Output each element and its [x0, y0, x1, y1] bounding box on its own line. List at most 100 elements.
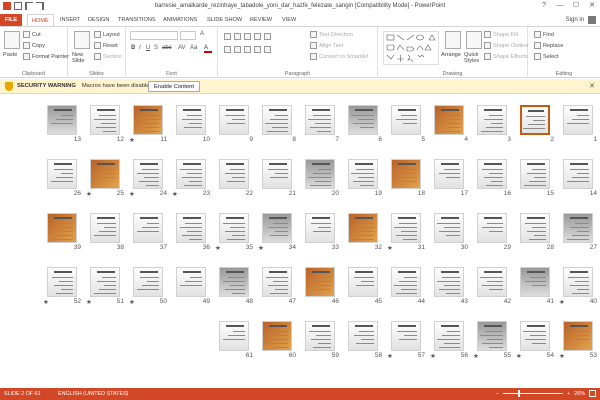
slide-thumbnail-item[interactable]: 16 — [469, 153, 512, 198]
slide-thumbnail-item[interactable]: 39 — [39, 207, 82, 252]
slide-thumbnail-item[interactable]: 51 ★ — [82, 261, 125, 306]
slide-thumbnail-item[interactable]: 27 — [555, 207, 598, 252]
slide-thumbnail-item[interactable]: 32 — [340, 207, 383, 252]
slide-thumbnail[interactable] — [305, 213, 335, 243]
slide-thumbnail[interactable] — [520, 321, 550, 351]
replace-button[interactable]: Replace — [534, 42, 564, 49]
slide-thumbnail[interactable] — [176, 213, 206, 243]
slide-thumbnail-item[interactable]: 25 ★ — [82, 153, 125, 198]
slide-thumbnail[interactable] — [133, 267, 163, 297]
slide-thumbnail[interactable] — [563, 267, 593, 297]
select-button[interactable]: Select — [534, 53, 559, 60]
copy-button[interactable]: Copy — [23, 42, 45, 49]
paste-icon[interactable] — [4, 31, 20, 49]
slide-thumbnail[interactable] — [90, 159, 120, 189]
transition-star-icon[interactable]: ★ — [129, 190, 135, 198]
slide-thumbnail[interactable] — [477, 321, 507, 351]
slide-thumbnail[interactable] — [477, 105, 507, 135]
align-right-icon[interactable] — [244, 46, 251, 53]
reset-button[interactable]: Reset — [94, 42, 118, 49]
slide-thumbnail[interactable] — [219, 321, 249, 351]
increase-indent-icon[interactable] — [254, 33, 261, 40]
slide-thumbnail[interactable] — [348, 159, 378, 189]
slide-thumbnail[interactable] — [133, 105, 163, 135]
bullets-icon[interactable] — [224, 33, 231, 40]
slide-thumbnail-item[interactable]: 54 ★ — [512, 315, 555, 360]
close-button[interactable]: ✕ — [584, 0, 600, 12]
clear-formatting-button[interactable]: A — [200, 31, 204, 37]
bold-button[interactable]: B — [131, 45, 135, 51]
slide-thumbnail-item[interactable]: 13 — [39, 99, 82, 144]
transition-star-icon[interactable]: ★ — [172, 190, 178, 198]
slide-thumbnail[interactable] — [563, 105, 593, 135]
slide-thumbnail[interactable] — [520, 213, 550, 243]
line-spacing-icon[interactable] — [264, 33, 271, 40]
slide-thumbnail[interactable] — [520, 267, 550, 297]
slide-thumbnail-item[interactable]: 40 ★ — [555, 261, 598, 306]
slide-thumbnail[interactable] — [391, 159, 421, 189]
slide-thumbnail-item[interactable]: 36 — [168, 207, 211, 252]
shape-outline-button[interactable]: Shape Outline — [484, 42, 528, 49]
slide-thumbnail[interactable] — [133, 213, 163, 243]
slide-thumbnail-item[interactable]: 2 — [512, 99, 555, 144]
zoom-in-button[interactable]: + — [567, 391, 570, 397]
slide-thumbnail[interactable] — [133, 159, 163, 189]
minimize-button[interactable]: — — [552, 0, 568, 12]
slide-thumbnail-item[interactable]: 31 ★ — [383, 207, 426, 252]
slide-thumbnail-item[interactable]: 8 — [254, 99, 297, 144]
transition-star-icon[interactable]: ★ — [129, 136, 135, 144]
tab-animations[interactable]: ANIMATIONS — [163, 14, 197, 26]
enable-content-button[interactable]: Enable Content — [148, 81, 200, 92]
transition-star-icon[interactable]: ★ — [430, 352, 436, 360]
slide-thumbnail-item[interactable]: 60 — [254, 315, 297, 360]
slide-thumbnail[interactable] — [348, 213, 378, 243]
slide-thumbnail-item[interactable]: 49 — [168, 261, 211, 306]
slide-thumbnail-item[interactable]: 59 — [297, 315, 340, 360]
tab-design[interactable]: DESIGN — [88, 14, 109, 26]
section-button[interactable]: Section — [94, 53, 122, 60]
slide-thumbnail[interactable] — [176, 267, 206, 297]
slide-thumbnail[interactable] — [563, 321, 593, 351]
transition-star-icon[interactable]: ★ — [215, 244, 221, 252]
transition-star-icon[interactable]: ★ — [129, 298, 135, 306]
slide-thumbnail-item[interactable]: 9 — [211, 99, 254, 144]
slide-thumbnail-item[interactable]: 18 — [383, 153, 426, 198]
italic-button[interactable]: I — [139, 45, 141, 51]
slide-thumbnail-item[interactable]: 37 — [125, 207, 168, 252]
slide-thumbnail-item[interactable]: 48 — [211, 261, 254, 306]
char-spacing-button[interactable]: AV — [178, 45, 186, 51]
transition-star-icon[interactable]: ★ — [387, 244, 393, 252]
slide-thumbnail[interactable] — [47, 105, 77, 135]
slide-thumbnail[interactable] — [434, 105, 464, 135]
align-center-icon[interactable] — [234, 46, 241, 53]
account-area[interactable]: Sign in — [566, 14, 596, 26]
slide-thumbnail-item[interactable]: 46 — [297, 261, 340, 306]
slide-thumbnail-item[interactable]: 4 — [426, 99, 469, 144]
tab-view[interactable]: VIEW — [282, 14, 296, 26]
slide-thumbnail[interactable] — [90, 213, 120, 243]
slide-thumbnail[interactable] — [219, 213, 249, 243]
slide-thumbnail[interactable] — [305, 159, 335, 189]
slide-thumbnail[interactable] — [262, 105, 292, 135]
tab-slide-show[interactable]: SLIDE SHOW — [207, 14, 242, 26]
slide-thumbnail[interactable] — [176, 105, 206, 135]
transition-star-icon[interactable]: ★ — [473, 352, 479, 360]
transition-star-icon[interactable]: ★ — [43, 298, 49, 306]
slide-thumbnail-item[interactable]: 11 ★ — [125, 99, 168, 144]
slide-thumbnail-item[interactable]: 17 — [426, 153, 469, 198]
transition-star-icon[interactable]: ★ — [86, 190, 92, 198]
slide-thumbnail-item[interactable]: 14 — [555, 153, 598, 198]
transition-star-icon[interactable]: ★ — [559, 352, 565, 360]
transition-star-icon[interactable]: ★ — [387, 352, 393, 360]
slide-thumbnail-item[interactable]: 22 — [211, 153, 254, 198]
slide-thumbnail[interactable] — [563, 213, 593, 243]
slide-thumbnail-item[interactable]: 12 — [82, 99, 125, 144]
slide-thumbnail-item[interactable]: 41 — [512, 261, 555, 306]
slide-thumbnail[interactable] — [305, 321, 335, 351]
slide-thumbnail-item[interactable]: 21 — [254, 153, 297, 198]
cut-button[interactable]: Cut — [23, 31, 41, 38]
transition-star-icon[interactable]: ★ — [86, 298, 92, 306]
slide-thumbnail[interactable] — [391, 267, 421, 297]
find-button[interactable]: Find — [534, 31, 554, 38]
slide-thumbnail-item[interactable]: 10 — [168, 99, 211, 144]
